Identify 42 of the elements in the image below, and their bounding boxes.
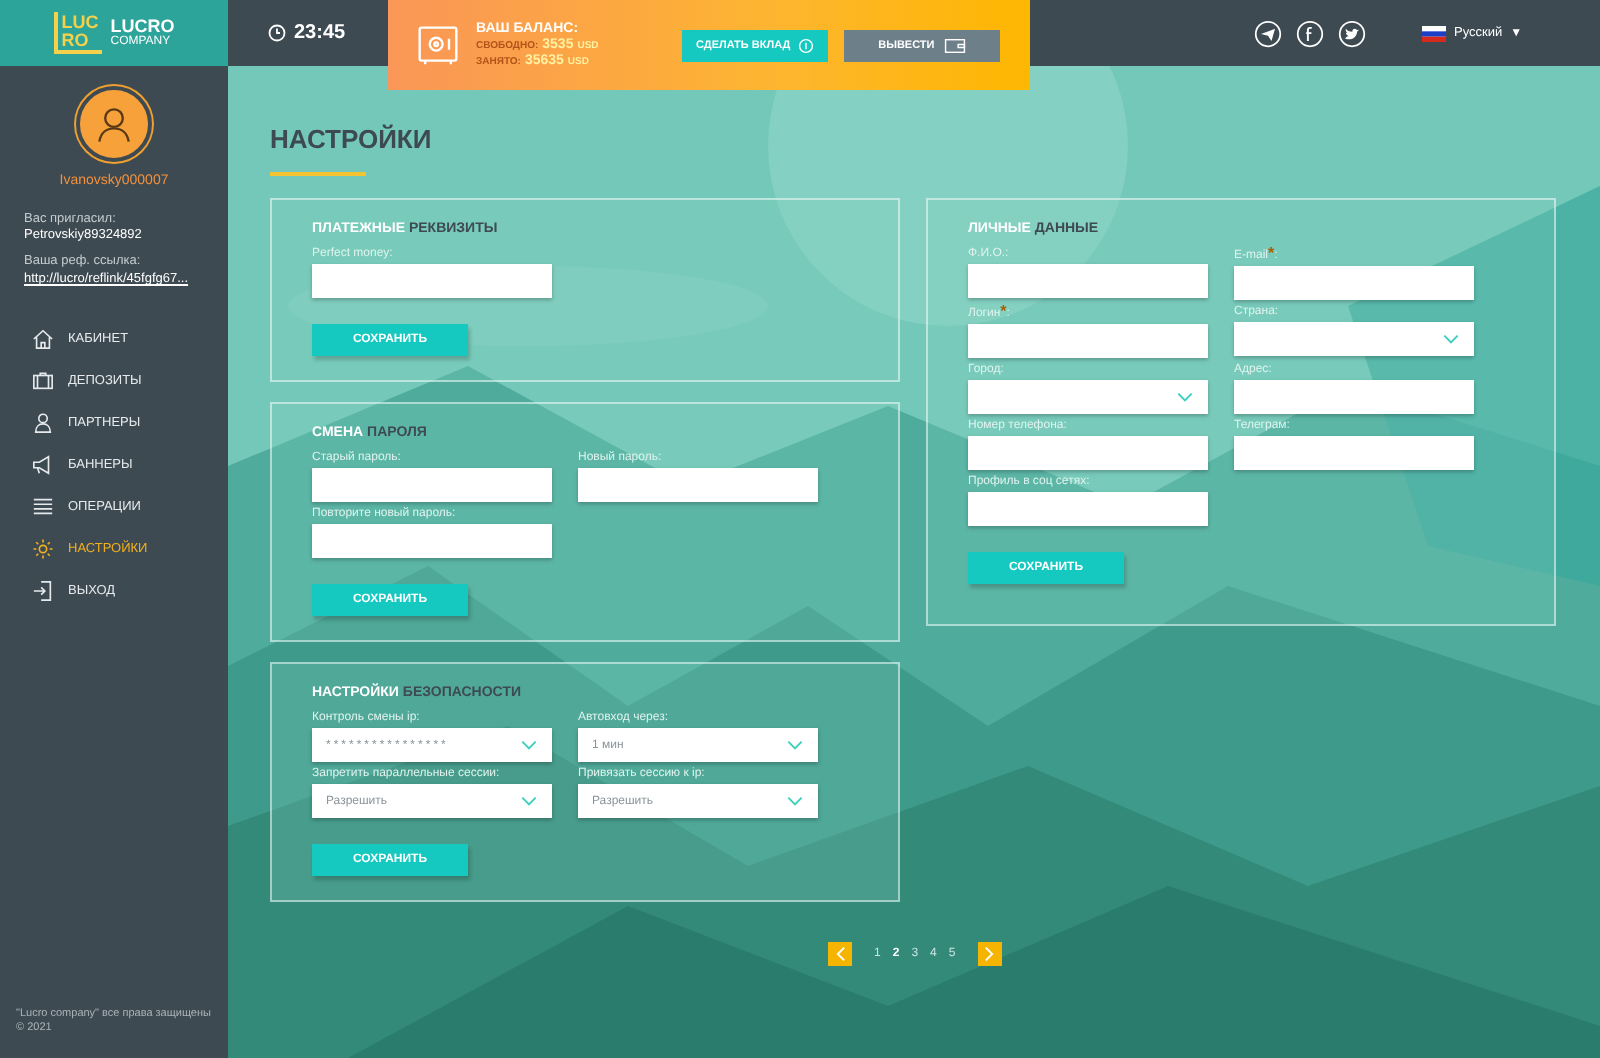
input-field[interactable] xyxy=(312,264,552,298)
home-icon xyxy=(32,327,54,349)
clock-time: 23:45 xyxy=(294,22,346,44)
input-field[interactable] xyxy=(968,324,1208,358)
dropdown[interactable] xyxy=(1234,322,1474,356)
list-icon xyxy=(32,495,54,517)
facebook-icon[interactable] xyxy=(1296,19,1324,47)
input-field[interactable] xyxy=(1234,266,1474,300)
logo-name: LUCRO xyxy=(110,18,175,36)
input-field[interactable] xyxy=(1234,436,1474,470)
next-page-button[interactable] xyxy=(977,942,1002,966)
telegram-icon[interactable] xyxy=(1254,19,1282,47)
logo-mark: LUC RO xyxy=(53,12,103,54)
chevron-down-icon xyxy=(786,796,804,806)
input-field[interactable] xyxy=(968,436,1208,470)
clock-icon xyxy=(268,24,286,42)
input-field[interactable] xyxy=(312,524,552,558)
page-title: НАСТРОЙКИ xyxy=(270,124,434,154)
input-field[interactable] xyxy=(312,468,552,502)
chevron-right-icon xyxy=(984,946,995,962)
flag-icon xyxy=(1422,25,1446,41)
chevron-left-icon xyxy=(835,946,845,962)
wallet-icon xyxy=(944,37,967,53)
person-icon xyxy=(32,411,54,433)
previous-page-button[interactable] xyxy=(828,942,852,966)
chevron-down-icon xyxy=(520,796,538,806)
input-field[interactable] xyxy=(578,468,818,502)
chevron-down-icon xyxy=(520,740,538,750)
exit-icon xyxy=(32,579,54,601)
twitter-icon[interactable] xyxy=(1338,19,1366,47)
briefcase-icon xyxy=(32,369,54,391)
chevron-down-icon xyxy=(1176,392,1194,402)
input-field[interactable] xyxy=(968,492,1208,526)
coin-icon xyxy=(798,37,815,53)
safe-icon xyxy=(416,23,460,67)
input-field[interactable] xyxy=(968,264,1208,298)
megaphone-icon xyxy=(32,453,54,475)
chevron-down-icon xyxy=(1442,334,1460,344)
dropdown[interactable] xyxy=(968,380,1208,414)
chevron-down-icon xyxy=(786,740,804,750)
input-field[interactable] xyxy=(1234,380,1474,414)
avatar[interactable] xyxy=(76,86,152,162)
